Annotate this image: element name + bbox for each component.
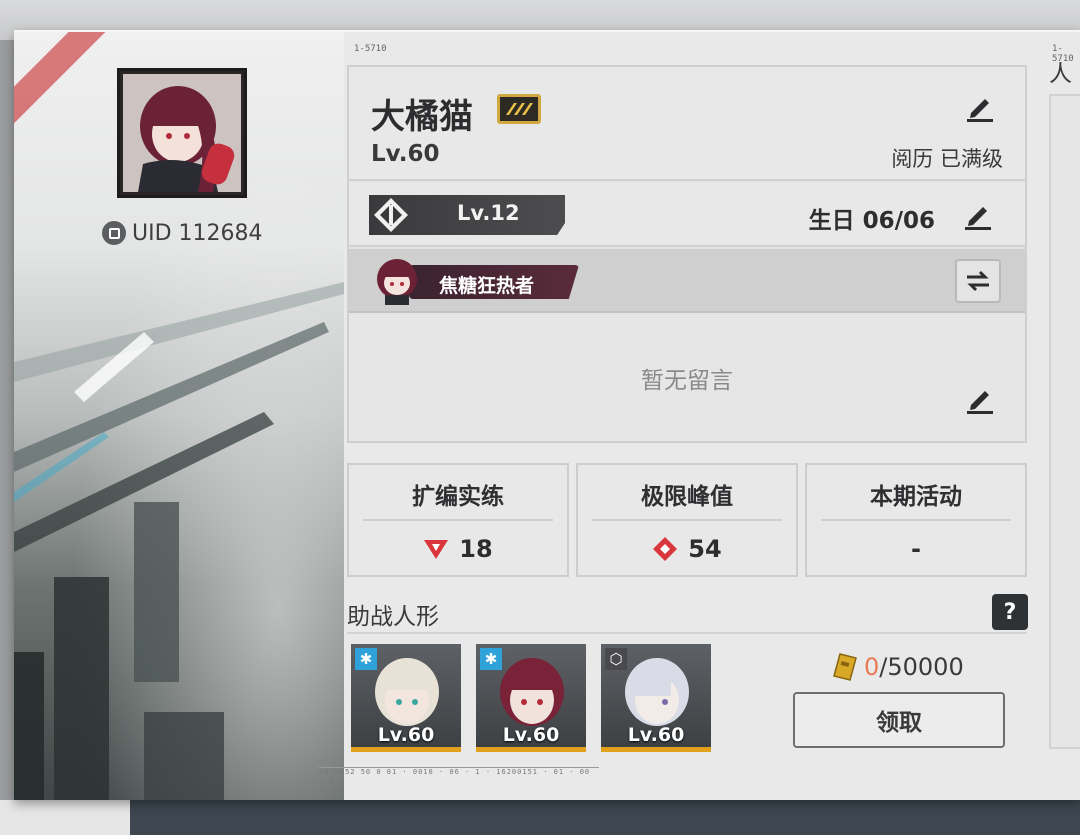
snowflake-icon: ✱ xyxy=(480,648,502,670)
player-name: 大橘猫 xyxy=(371,97,473,137)
swap-icon xyxy=(967,270,989,292)
uid-text: UID 112684 xyxy=(132,220,263,246)
reward-counter: 0/50000 xyxy=(832,652,964,682)
message-area: 暂无留言 xyxy=(349,315,1025,441)
profile-card: 大橘猫 Lv.60 阅历 已满级 Lv.12 生日 06/06 焦糖狂热者 暂无… xyxy=(347,65,1027,443)
stat-title: 极限峰值 xyxy=(641,484,733,510)
diamond-icon xyxy=(374,198,408,232)
rank-badge-icon xyxy=(497,94,541,124)
support-label: 助战人形 xyxy=(347,604,439,630)
background-bottom-left xyxy=(0,800,130,835)
barcode-text: 00-9052 50 0 01 · 0010 · 06 · 1 · 162001… xyxy=(319,767,599,784)
right-panel xyxy=(1049,94,1080,749)
support-doll-2[interactable]: ✱ Lv.60 xyxy=(476,644,586,752)
message-text: 暂无留言 xyxy=(641,368,733,394)
right-panel-label: 人 xyxy=(1049,61,1072,87)
birthday: 生日 06/06 xyxy=(808,208,935,234)
stat-value: - xyxy=(911,535,921,563)
stat-value-row: 18 xyxy=(349,535,567,563)
edit-name-icon[interactable] xyxy=(961,89,997,125)
experience-status: 阅历 已满级 xyxy=(891,147,1003,171)
level-birthday-row: Lv.12 生日 06/06 xyxy=(349,183,1025,247)
title-row: 焦糖狂热者 xyxy=(349,249,1025,313)
stat-expansion-training[interactable]: 扩编实练 18 xyxy=(347,463,569,577)
snowflake-icon: ✱ xyxy=(355,648,377,670)
avatar[interactable] xyxy=(117,68,247,198)
reward-current: 0 xyxy=(864,653,880,681)
name-section: 大橘猫 Lv.60 阅历 已满级 xyxy=(349,67,1025,181)
player-title: 焦糖狂热者 xyxy=(439,275,535,297)
stat-title: 本期活动 xyxy=(870,484,962,510)
edit-birthday-icon[interactable] xyxy=(959,197,995,233)
panel-code: 1-5710 xyxy=(354,44,387,54)
background-bottom xyxy=(0,800,1080,835)
profile-panel: UID 112684 1-5710 1-5710 大橘猫 Lv.60 阅历 已满… xyxy=(14,30,1080,800)
player-level: Lv.60 xyxy=(371,141,440,167)
edit-message-icon[interactable] xyxy=(961,381,997,417)
support-doll-3[interactable]: ⬡ Lv.60 xyxy=(601,644,711,752)
stat-value-row: - xyxy=(807,535,1025,563)
doll-level: Lv.60 xyxy=(502,724,560,746)
red-triangle-icon xyxy=(424,540,449,559)
stat-title: 扩编实练 xyxy=(412,484,504,510)
hexagon-icon: ⬡ xyxy=(605,648,627,670)
doll-level: Lv.60 xyxy=(627,724,685,746)
uid-row: UID 112684 xyxy=(102,218,263,248)
copy-icon[interactable] xyxy=(102,221,126,245)
red-diamond-icon xyxy=(653,537,678,561)
stat-limit-peak[interactable]: 极限峰值 54 xyxy=(576,463,798,577)
commander-level: Lv.12 xyxy=(457,201,520,225)
help-button[interactable]: ? xyxy=(992,594,1028,630)
stat-current-event[interactable]: 本期活动 - xyxy=(805,463,1027,577)
title-badge[interactable]: 焦糖狂热者 xyxy=(369,255,585,307)
stat-value: 18 xyxy=(459,535,493,563)
stat-value-row: 54 xyxy=(578,535,796,563)
reward-total: /50000 xyxy=(879,653,964,681)
claim-button[interactable]: 领取 xyxy=(793,692,1005,748)
support-doll-1[interactable]: ✱ Lv.60 xyxy=(351,644,461,752)
doll-level: Lv.60 xyxy=(377,724,435,746)
commander-level-badge: Lv.12 xyxy=(369,195,565,235)
swap-button[interactable] xyxy=(955,259,1001,303)
stat-value: 54 xyxy=(688,535,722,563)
gold-ticket-icon xyxy=(833,653,857,681)
chibi-avatar xyxy=(377,259,417,305)
avatar-portrait xyxy=(123,74,241,192)
